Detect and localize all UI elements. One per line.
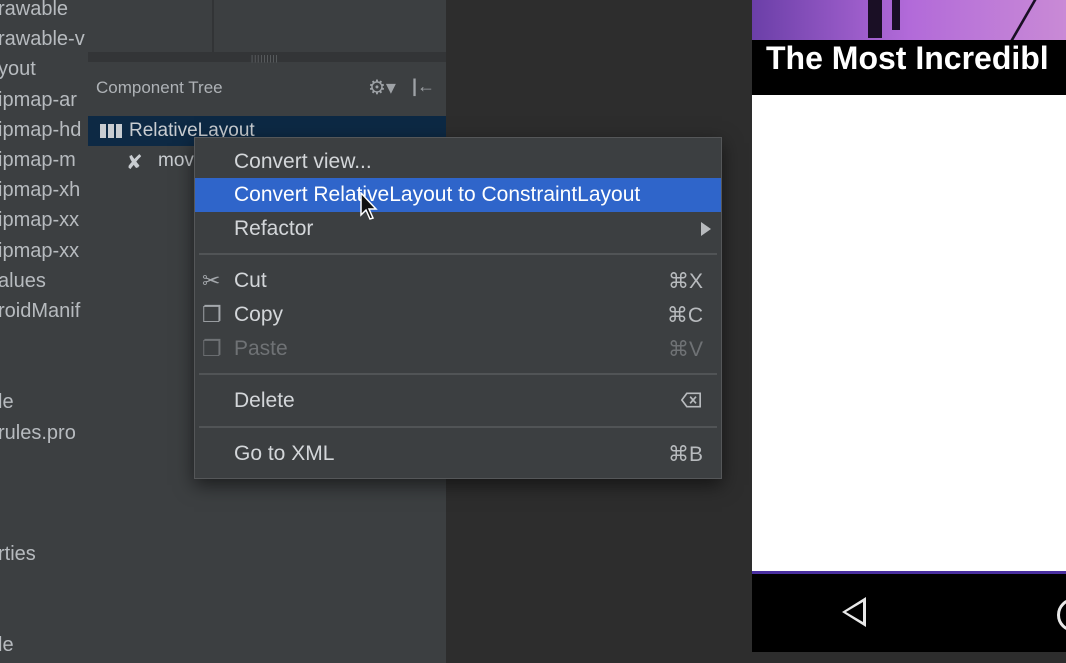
- accent-line: [752, 571, 1066, 574]
- preview-title: The Most Incredibl: [766, 40, 1049, 76]
- menu-shortcut: ⌘C: [666, 304, 703, 327]
- menu-separator: [199, 373, 717, 375]
- project-item[interactable]: rules.pro: [0, 421, 76, 445]
- project-item[interactable]: ipmap-xx: [0, 239, 79, 263]
- silhouette: [892, 0, 900, 30]
- menu-item-convert-to-constraintlayout[interactable]: Convert RelativeLayout to ConstraintLayo…: [195, 178, 721, 212]
- project-item[interactable]: rawable-v: [0, 27, 85, 51]
- project-item[interactable]: ipmap-m: [0, 148, 76, 172]
- menu-item-paste[interactable]: ❐ Paste ⌘V: [195, 332, 721, 366]
- gear-icon[interactable]: ⚙▾: [368, 75, 396, 100]
- project-item[interactable]: rties: [0, 542, 36, 566]
- menu-item-go-to-xml[interactable]: Go to XML ⌘B: [195, 437, 721, 471]
- menu-item-delete[interactable]: Delete: [195, 384, 721, 418]
- project-item[interactable]: ipmap-xh: [0, 178, 80, 202]
- menu-item-label: Delete: [234, 389, 295, 412]
- menu-separator: [199, 253, 717, 255]
- header-image: [752, 0, 1066, 40]
- menu-item-cut[interactable]: ✂ Cut ⌘X: [195, 264, 721, 298]
- scissors-icon: ✂: [202, 268, 221, 293]
- palette-area: [88, 0, 446, 52]
- menu-separator: [199, 426, 717, 428]
- menu-shortcut: ⌘X: [667, 270, 703, 293]
- project-item[interactable]: rawable: [0, 0, 68, 21]
- menu-item-label: Convert view...: [234, 150, 372, 173]
- menu-item-label: Go to XML: [234, 442, 335, 465]
- project-panel: rawable rawable-v yout ipmap-ar ipmap-hd…: [0, 0, 88, 663]
- menu-item-convert-view[interactable]: Convert view...: [195, 145, 721, 179]
- component-tree-header: Component Tree ⚙▾ |←: [88, 62, 446, 114]
- menu-item-label: Copy: [234, 303, 284, 326]
- palette-divider: [212, 0, 214, 52]
- menu-item-copy[interactable]: ❐ Copy ⌘C: [195, 298, 721, 332]
- project-item[interactable]: le: [0, 390, 14, 414]
- menu-item-refactor[interactable]: Refactor: [195, 212, 721, 246]
- menu-shortcut: ⌘V: [667, 338, 703, 361]
- project-item[interactable]: ipmap-ar: [0, 88, 77, 112]
- project-item[interactable]: roidManif: [0, 299, 80, 323]
- tree-item-label: mov: [158, 150, 194, 171]
- menu-item-label: Refactor: [234, 217, 314, 240]
- project-item[interactable]: ipmap-hd: [0, 118, 81, 142]
- project-item[interactable]: ipmap-xx: [0, 208, 79, 232]
- delete-key-icon: [681, 392, 701, 408]
- submenu-arrow-icon: [701, 222, 711, 236]
- relativelayout-icon: [100, 124, 122, 138]
- context-menu: Convert view... Convert RelativeLayout t…: [194, 137, 722, 479]
- project-item[interactable]: alues: [0, 269, 46, 293]
- imageview-icon: ✘: [126, 152, 143, 174]
- device-preview[interactable]: The Most Incredibl: [752, 0, 1066, 652]
- pole: [1010, 0, 1037, 40]
- menu-item-label: Paste: [234, 337, 288, 360]
- project-item[interactable]: le: [0, 633, 14, 657]
- menu-item-label: Cut: [234, 269, 267, 292]
- project-item[interactable]: yout: [0, 57, 36, 81]
- menu-shortcut: ⌘B: [667, 443, 703, 466]
- copy-icon: ❐: [202, 302, 222, 327]
- menu-item-label: Convert RelativeLayout to ConstraintLayo…: [234, 183, 641, 206]
- paste-icon: ❐: [202, 336, 222, 361]
- component-tree-title: Component Tree: [96, 78, 223, 97]
- silhouette: [868, 0, 882, 38]
- collapse-icon[interactable]: |←: [412, 76, 435, 97]
- preview-content: [752, 95, 1066, 571]
- panel-resize-handle[interactable]: |||||||||: [88, 52, 446, 63]
